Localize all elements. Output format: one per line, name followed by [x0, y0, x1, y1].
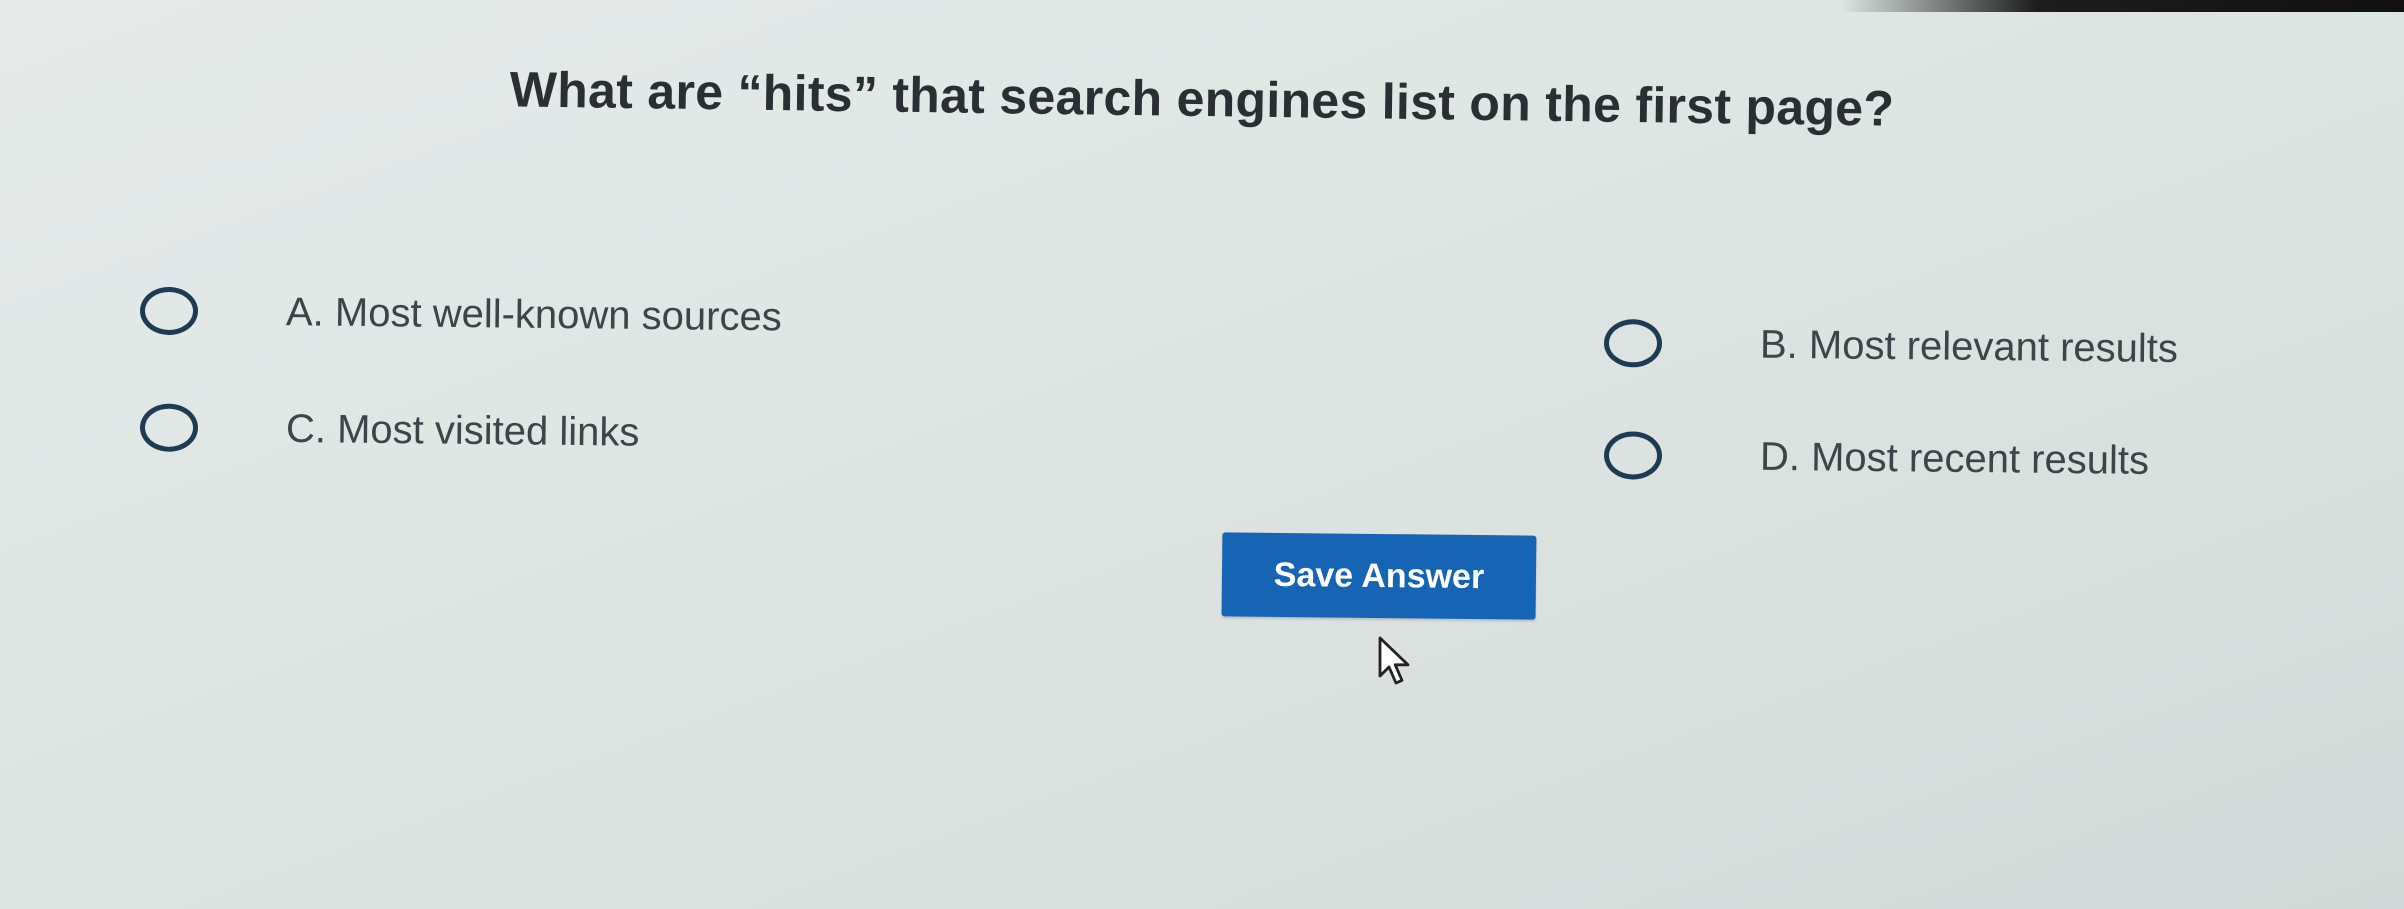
- question-text: What are “hits” that search engines list…: [509, 61, 1895, 137]
- radio-option-c[interactable]: [139, 403, 199, 452]
- option-c[interactable]: C. Most visited links: [139, 403, 640, 456]
- radio-option-b[interactable]: [1603, 318, 1663, 368]
- radio-option-d[interactable]: [1603, 431, 1663, 480]
- option-b-label: B. Most relevant results: [1759, 322, 2179, 371]
- option-d-label: D. Most recent results: [1759, 434, 2150, 483]
- radio-option-a[interactable]: [139, 286, 199, 336]
- mouse-pointer-icon: [1378, 636, 1410, 685]
- save-answer-button[interactable]: Save Answer: [1221, 532, 1537, 620]
- option-c-label: C. Most visited links: [285, 406, 640, 455]
- option-d[interactable]: D. Most recent results: [1603, 431, 2150, 485]
- option-a-label: A. Most well-known sources: [285, 289, 782, 339]
- option-b[interactable]: B. Most relevant results: [1603, 318, 2179, 373]
- option-a[interactable]: A. Most well-known sources: [139, 286, 782, 342]
- screen-top-edge: [1840, 0, 2404, 12]
